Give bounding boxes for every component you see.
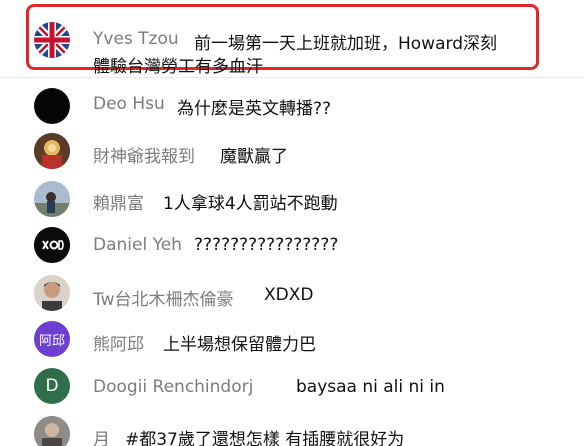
chat-author[interactable]: Doogii Renchindorj xyxy=(93,377,253,397)
chat-message-text: #都37歲了還想怎樣 有插腰就很好为 xyxy=(125,430,405,446)
chat-author[interactable]: Deo Hsu xyxy=(93,94,165,114)
letter-avatar[interactable]: D xyxy=(34,368,70,404)
chat-message: D Doogii Renchindorj baysaa ni ali ni in xyxy=(0,365,584,409)
chat-message-text: 魔獸贏了 xyxy=(220,147,288,167)
photo-avatar[interactable] xyxy=(34,416,70,446)
chat-message: Tw台北木柵杰倫豪 XDXD xyxy=(0,270,584,314)
chat-author[interactable]: 財神爺我報到 xyxy=(93,142,195,167)
live-chat-panel: Yves Tzou 前一場第一天上班就加班，Howard深刻 體驗台灣勞工有多血… xyxy=(0,0,584,446)
chat-message: Daniel Yeh ???????????????? xyxy=(0,224,584,268)
chat-message-text: 1人拿球4人罰站不跑動 xyxy=(163,194,338,214)
deity-figure-avatar[interactable] xyxy=(34,133,70,169)
chat-message-highlighted: Yves Tzou 前一場第一天上班就加班，Howard深刻 體驗台灣勞工有多血… xyxy=(0,0,584,78)
chat-message: 賴鼎富 1人拿球4人罰站不跑動 xyxy=(0,178,584,222)
chat-author[interactable]: Tw台北木柵杰倫豪 xyxy=(93,285,233,310)
chat-message-text: 為什麼是英文轉播?? xyxy=(177,99,332,119)
chat-message-text-continued: 體驗台灣勞工有多血汗 xyxy=(93,57,263,77)
chat-message: 月 #都37歲了還想怎樣 有插腰就很好为 xyxy=(0,412,584,446)
uk-flag-avatar[interactable] xyxy=(34,22,70,58)
chat-message: 財神爺我報到 魔獸贏了 xyxy=(0,130,584,174)
chat-author[interactable]: 賴鼎富 xyxy=(93,189,144,214)
person-photo-avatar[interactable] xyxy=(34,275,70,311)
avatar-text: 阿邱 xyxy=(38,333,65,349)
avatar-letter: D xyxy=(45,376,59,396)
text-avatar[interactable]: 阿邱 xyxy=(34,321,70,357)
chat-author[interactable]: 熊阿邱 xyxy=(93,330,144,355)
logo-avatar[interactable] xyxy=(34,227,70,263)
chat-message-text: 前一場第一天上班就加班，Howard深刻 xyxy=(194,34,497,54)
chat-author[interactable]: Yves Tzou xyxy=(93,29,179,49)
chat-message: 阿邱 熊阿邱 上半場想保留體力巴 xyxy=(0,318,584,362)
chat-message-text: XDXD xyxy=(264,285,314,305)
black-circle-avatar[interactable] xyxy=(34,88,70,124)
divider xyxy=(0,77,584,78)
chat-message-text: baysaa ni ali ni in xyxy=(296,377,445,397)
chat-author[interactable]: Daniel Yeh xyxy=(93,235,182,255)
chat-message-text: ???????????????? xyxy=(194,235,339,255)
chat-author[interactable]: 月 xyxy=(93,425,110,446)
outdoor-photo-avatar[interactable] xyxy=(34,181,70,217)
chat-message-text: 上半場想保留體力巴 xyxy=(163,335,316,355)
chat-message: Deo Hsu 為什麼是英文轉播?? xyxy=(0,84,584,128)
